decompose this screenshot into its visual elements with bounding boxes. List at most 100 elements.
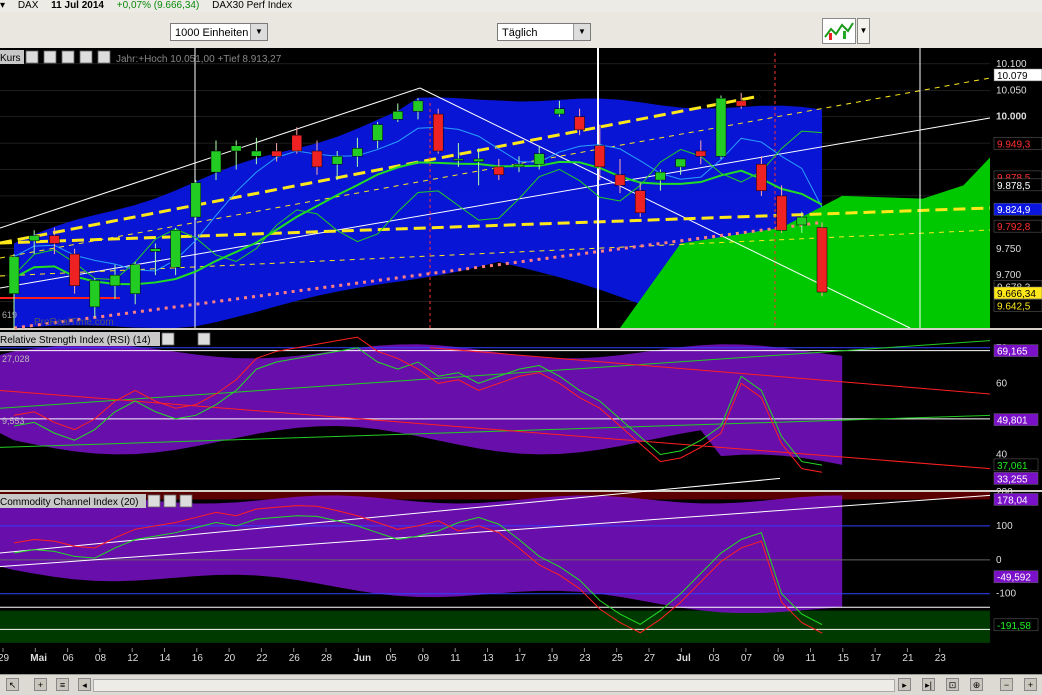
- x-axis-tick-label: 11: [806, 653, 817, 664]
- x-axis-tick-label: 16: [192, 653, 204, 664]
- x-axis-tick-label: 03: [709, 653, 721, 664]
- candle-body: [796, 216, 808, 226]
- candle-body: [695, 150, 707, 157]
- rsi-panel-title: Relative Strength Index (RSI) (14): [0, 335, 151, 346]
- candle-body: [109, 274, 121, 286]
- x-axis-tick-label: 27: [644, 653, 656, 664]
- year-high-low-label: Jahr:+Hoch 10.051,00 +Tief 8.913,27: [116, 54, 282, 65]
- rsi-panel: Relative Strength Index (RSI) (14) 27,028…: [0, 330, 1042, 490]
- price-value-tag: 9.878,5: [997, 181, 1031, 192]
- settings-icon: [97, 50, 111, 64]
- candle-body: [129, 264, 141, 294]
- candle-body: [554, 108, 565, 115]
- cursor-icon[interactable]: ↖: [6, 678, 19, 691]
- candle-body: [190, 182, 202, 218]
- x-axis-tick-label: 07: [741, 653, 753, 664]
- candle-body: [735, 100, 747, 107]
- candle-body: [533, 153, 545, 165]
- chart-type-dropdown[interactable]: ▼: [857, 18, 870, 44]
- crosshair-icon[interactable]: +: [34, 678, 47, 691]
- horizontal-scrollbar[interactable]: [93, 679, 895, 692]
- chart-area[interactable]: Kurs Jahr:+Hoch 10.051,00 +Tief 8.913,27 6…: [0, 48, 1042, 674]
- chart-type-button[interactable]: [822, 18, 856, 44]
- x-axis-tick-label: 28: [321, 653, 333, 664]
- x-axis-tick-label: 26: [289, 653, 301, 664]
- close-icon: [179, 494, 193, 508]
- candle-body: [69, 253, 80, 286]
- title-bar: ▾ DAX 11 Jul 2014 +0,07% (9.666,34) DAX3…: [0, 0, 1042, 12]
- rsi-left-value-2: 9,553: [2, 416, 25, 426]
- candle-body: [251, 150, 262, 157]
- x-axis-tick-label: 17: [870, 653, 882, 664]
- rsi-value-tag: 69,165: [997, 347, 1028, 358]
- period-select[interactable]: Täglich ▼: [497, 23, 591, 41]
- candle-body: [49, 235, 60, 244]
- candle-body: [473, 158, 484, 162]
- zoom-in-icon[interactable]: +: [1024, 678, 1037, 691]
- candle-body: [756, 163, 767, 191]
- zoom-fit-icon[interactable]: ⊡: [946, 678, 959, 691]
- wrench-icon: [25, 50, 39, 64]
- candle-body: [453, 158, 464, 161]
- cci-value-tag: -191,58: [997, 621, 1031, 632]
- cci-panel-title: Commodity Channel Index (20): [0, 497, 138, 508]
- chevron-down-icon[interactable]: ▼: [573, 24, 590, 40]
- settings-icon[interactable]: ≡: [56, 678, 69, 691]
- bottom-toolbar: ↖ + ≡ ◂ ▸ ▸| ⊡ ⊕ − +: [0, 674, 1042, 695]
- scroll-left-icon[interactable]: ◂: [78, 678, 91, 691]
- chevron-down-icon[interactable]: ▼: [250, 24, 267, 40]
- scroll-end-icon[interactable]: ▸|: [922, 678, 935, 691]
- x-axis-tick-label: 25: [612, 653, 624, 664]
- rsi-value-tag: 33,255: [997, 474, 1028, 485]
- change-label: +0,07% (9.666,34): [116, 0, 200, 11]
- x-axis: 29 Mai 06 08 12 14 16 20 22 26 28 Jun 05 09 11 13 17 19 23…: [0, 648, 1042, 674]
- price-value-tag: 9.949,3: [997, 139, 1031, 150]
- candle-body: [28, 235, 40, 242]
- price-value-tag: 9.792,8: [997, 222, 1031, 233]
- candle-body: [816, 227, 828, 293]
- candle-body: [392, 111, 404, 120]
- instrument-name: DAX30 Perf Index: [212, 0, 293, 11]
- x-axis-tick-label: 15: [838, 653, 850, 664]
- candle-body: [372, 124, 383, 141]
- x-axis-tick-label: 23: [579, 653, 591, 664]
- rsi-value-tag: 49,801: [997, 416, 1028, 427]
- x-axis-tick-label: Jun: [353, 653, 371, 664]
- price-axis-tick: 10.100: [996, 59, 1027, 70]
- price-panel-title: Kurs: [0, 53, 21, 64]
- candle-body: [230, 145, 242, 152]
- camera-icon: [79, 50, 93, 64]
- zoom-out-icon[interactable]: −: [1000, 678, 1013, 691]
- x-axis-tick-label: 12: [127, 653, 139, 664]
- menu-arrow-icon[interactable]: ▾: [0, 0, 5, 11]
- scroll-right-icon[interactable]: ▸: [898, 678, 911, 691]
- rsi-left-value: 27,028: [2, 354, 30, 364]
- date-label: 11 Jul 2014: [51, 0, 104, 11]
- candle-body: [210, 150, 222, 173]
- zoom-reset-icon[interactable]: ⊕: [970, 678, 983, 691]
- candle-body: [432, 113, 444, 152]
- x-axis-tick-label: 14: [160, 653, 172, 664]
- x-axis-tick-label: 22: [256, 653, 268, 664]
- x-axis-tick-label: Jul: [676, 653, 691, 664]
- price-value-tag: 9.824,9: [997, 205, 1031, 216]
- x-axis-tick-label: 29: [0, 653, 10, 664]
- candle-body: [574, 116, 585, 131]
- cci-axis-tick: 100: [996, 521, 1013, 532]
- candle-body: [634, 190, 646, 214]
- candle-body: [594, 145, 606, 168]
- watermark: ProRealTime.com: [34, 317, 114, 328]
- price-panel: Kurs Jahr:+Hoch 10.051,00 +Tief 8.913,27 6…: [0, 48, 1042, 331]
- candle-body: [614, 174, 626, 186]
- window-icon: [163, 494, 177, 508]
- x-axis-tick-label: 19: [547, 653, 559, 664]
- x-axis-tick-label: 11: [450, 653, 461, 664]
- candle-body: [311, 150, 323, 168]
- price-value-tag: 9.642,5: [997, 302, 1031, 313]
- chart-type-icon: [824, 22, 854, 40]
- units-select[interactable]: 1000 Einheiten ▼: [170, 23, 268, 41]
- candle-body: [675, 158, 686, 168]
- close-icon: [197, 332, 211, 346]
- candle-body: [170, 230, 181, 268]
- candle-body: [352, 148, 363, 157]
